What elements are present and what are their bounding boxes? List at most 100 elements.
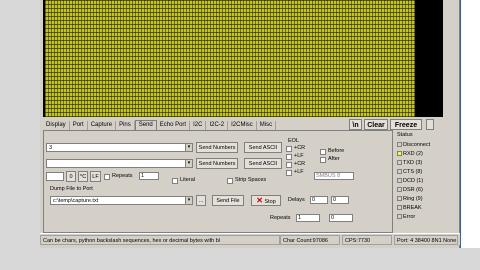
eol-cr-checkbox-1[interactable] <box>286 146 292 152</box>
chevron-down-icon[interactable]: ▾ <box>185 144 192 151</box>
repeats-value: 1 <box>141 173 145 179</box>
status-title: Status <box>397 132 413 138</box>
tab-capture[interactable]: Capture <box>88 121 117 130</box>
tab-misc[interactable]: Misc <box>257 121 277 130</box>
eol-title: EOL <box>288 138 300 144</box>
tab-display[interactable]: Display <box>43 121 70 130</box>
tab-i2c[interactable]: I2C <box>190 121 207 130</box>
eol-option-2: +LF <box>294 153 304 159</box>
dump-repeats-label: Repeats <box>270 215 291 221</box>
strip-spaces-label: Strip Spaces <box>235 177 267 183</box>
send-numbers-button-2[interactable]: Send Numbers <box>196 158 238 169</box>
desktop-right-area <box>460 0 480 270</box>
status-label: Error <box>403 214 416 220</box>
status-ring: Ring (9) <box>397 196 423 203</box>
after-checkbox[interactable] <box>320 157 326 163</box>
tab-i2c-2[interactable]: I2C-2 <box>206 121 229 130</box>
tab-send[interactable]: Send <box>134 120 157 130</box>
send-panel: 3 ▾ Send Numbers Send ASCII ▾ Send Numbe… <box>43 130 393 233</box>
dump-repeats-field-2[interactable]: 0 <box>329 214 353 222</box>
send-ascii-button-2[interactable]: Send ASCII <box>244 158 282 169</box>
chevron-down-icon[interactable]: ▾ <box>185 160 192 167</box>
numeric-value-input[interactable] <box>46 172 64 181</box>
send-ascii-button-1[interactable]: Send ASCII <box>244 142 282 153</box>
eol-cr-checkbox-2[interactable] <box>286 162 292 168</box>
dump-repeats-value-1: 1 <box>298 215 302 221</box>
tab-pins[interactable]: Pins <box>116 121 135 130</box>
status-rxd: RXD (2) <box>397 151 423 158</box>
status-bar: Can be chars, python backslash sequences… <box>40 233 460 245</box>
delay-field-2[interactable]: 0 <box>331 196 349 204</box>
eol-lf-checkbox-1[interactable] <box>286 154 292 160</box>
before-checkbox[interactable] <box>320 149 326 155</box>
dump-repeats-field-1[interactable]: 1 <box>296 214 320 222</box>
literal-checkbox[interactable] <box>172 178 178 184</box>
freeze-button[interactable]: Freeze <box>390 119 422 130</box>
status-cts: CTS (8) <box>397 169 422 176</box>
led-indicator <box>397 169 402 175</box>
status-label: BREAK <box>403 205 422 211</box>
status-dsr: DSR (6) <box>397 187 423 194</box>
led-indicator <box>397 205 402 211</box>
tab-port[interactable]: Port <box>70 121 88 130</box>
status-label: DSR (6) <box>403 187 423 193</box>
desktop-bottom-area <box>0 248 480 270</box>
status-label: CTS (8) <box>403 169 423 175</box>
led-indicator <box>397 151 402 157</box>
repeats-field[interactable]: 1 <box>139 172 159 180</box>
send-input-2[interactable]: ▾ <box>46 159 193 168</box>
dump-file-path: c:\temp\capture.txt <box>53 198 99 204</box>
status-label: DCD (1) <box>403 178 424 184</box>
eol-option-1: +CR <box>294 145 306 151</box>
led-indicator <box>397 187 402 193</box>
received-data-text <box>45 0 415 117</box>
send-file-button[interactable]: Send File <box>212 195 244 206</box>
repeats-checkbox[interactable] <box>104 174 110 180</box>
status-disconnect[interactable]: Disconnect <box>397 142 430 149</box>
tab-i2cmisc[interactable]: I2CMisc <box>228 121 257 130</box>
led-indicator <box>397 178 402 184</box>
delay-field-1[interactable]: 0 <box>310 196 328 204</box>
tab-bar: Display Port Capture Pins Send Echo Port… <box>43 120 277 130</box>
desktop-left-area <box>0 0 40 270</box>
repeats-label: Repeats <box>112 173 133 179</box>
smbus-select[interactable]: SMBUS 8 <box>314 172 354 180</box>
led-indicator <box>397 142 402 148</box>
after-label: After <box>328 156 340 162</box>
clear-button[interactable]: Clear <box>364 119 388 130</box>
send-input-1[interactable]: 3 ▾ <box>46 143 193 152</box>
eol-option-4: +LF <box>294 169 304 175</box>
eol-lf-checkbox-2[interactable] <box>286 170 292 176</box>
newline-button[interactable]: \n <box>349 119 362 130</box>
send-numbers-button-1[interactable]: Send Numbers <box>196 142 238 153</box>
send-input-1-value: 3 <box>49 145 53 151</box>
stop-button[interactable]: ✕ Stop <box>251 195 281 206</box>
led-indicator <box>397 160 402 166</box>
chevron-down-icon[interactable]: ▾ <box>185 197 192 204</box>
zero-button[interactable]: 0 <box>66 171 76 182</box>
strip-spaces-checkbox[interactable] <box>227 178 233 184</box>
dump-file-title: Dump File to Port <box>50 186 93 192</box>
delay-value-1: 0 <box>312 197 316 203</box>
led-indicator <box>397 214 402 220</box>
tab-echo-port[interactable]: Echo Port <box>157 121 191 130</box>
browse-button[interactable]: ... <box>196 195 206 206</box>
extra-toggle-button[interactable] <box>426 119 434 130</box>
port-settings: Port: 4 38400 8N1 None <box>394 235 458 245</box>
status-break[interactable]: BREAK <box>397 205 422 212</box>
terminal-output[interactable] <box>43 0 443 117</box>
hint-text: Can be chars, python backslash sequences… <box>40 235 280 245</box>
literal-label: Literal <box>180 177 195 183</box>
stop-x-icon: ✕ <box>256 196 263 205</box>
status-panel: Status Disconnect RXD (2) TXD (3) CTS (8… <box>393 130 433 233</box>
dump-file-path-input[interactable]: c:\temp\capture.txt ▾ <box>50 196 193 205</box>
status-error: Error <box>397 214 415 221</box>
lf-button[interactable]: LF <box>90 171 101 182</box>
desktop: Display Port Capture Pins Send Echo Port… <box>0 0 480 270</box>
eol-option-3: +CR <box>294 161 306 167</box>
ctrl-c-button[interactable]: ^C <box>78 171 88 182</box>
status-dcd: DCD (1) <box>397 178 423 185</box>
status-label: Disconnect <box>403 142 431 148</box>
smbus-value: SMBUS 8 <box>316 173 341 179</box>
char-count: Char Count:97086 <box>280 235 340 245</box>
